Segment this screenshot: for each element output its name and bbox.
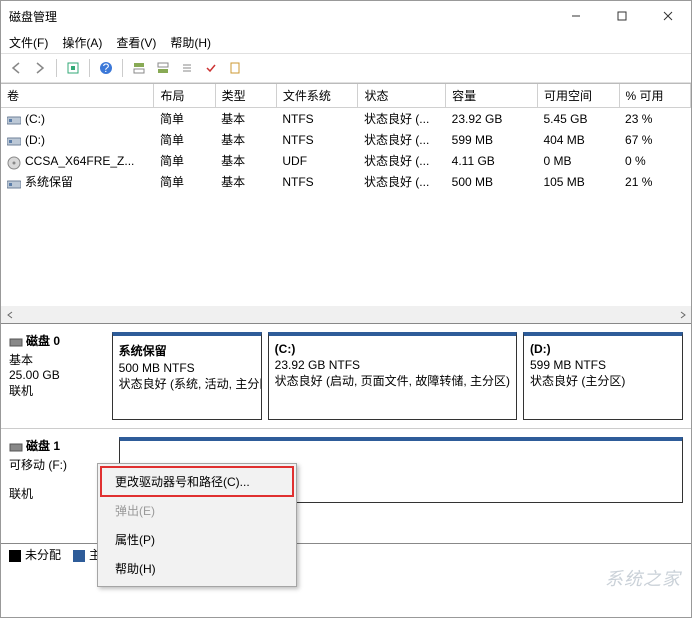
settings-button[interactable] (62, 57, 84, 79)
toolbar-separator (89, 59, 90, 77)
toolbar-separator (122, 59, 123, 77)
scroll-track[interactable] (18, 306, 674, 323)
maximize-button[interactable] (599, 1, 645, 31)
view-top-button[interactable] (128, 57, 150, 79)
properties-button[interactable] (224, 57, 246, 79)
partition[interactable]: 系统保留500 MB NTFS状态良好 (系统, 活动, 主分区) (112, 332, 262, 420)
horizontal-scrollbar[interactable] (1, 306, 691, 323)
disk-1-status: 联机 (9, 485, 109, 502)
menu-help[interactable]: 帮助(H) (170, 34, 211, 51)
table-row[interactable]: (D:)简单基本NTFS状态良好 (...599 MB404 MB67 % (1, 129, 691, 150)
scroll-left-button[interactable] (1, 306, 18, 323)
view-bottom-button[interactable] (152, 57, 174, 79)
ctx-change-drive-letter[interactable]: 更改驱动器号和路径(C)... (101, 467, 293, 496)
swatch-unallocated (9, 550, 21, 562)
volume-list: 卷 布局 类型 文件系统 状态 容量 可用空间 % 可用 (C:)简单基本NTF… (1, 83, 691, 323)
disk-0-status: 联机 (9, 382, 106, 399)
window-title: 磁盘管理 (9, 8, 553, 25)
list-view-button[interactable] (176, 57, 198, 79)
close-button[interactable] (645, 1, 691, 31)
col-pct[interactable]: % 可用 (619, 84, 690, 108)
disk-0-info[interactable]: 磁盘 0 基本 25.00 GB 联机 (9, 332, 112, 420)
col-layout[interactable]: 布局 (154, 84, 215, 108)
partition[interactable]: (C:)23.92 GB NTFS状态良好 (启动, 页面文件, 故障转储, 主… (268, 332, 517, 420)
disk-1-movable: 可移动 (F:) (9, 456, 109, 473)
col-free[interactable]: 可用空间 (537, 84, 619, 108)
menu-view[interactable]: 查看(V) (116, 34, 156, 51)
legend-unallocated: 未分配 (9, 546, 61, 563)
disk-icon (9, 440, 23, 454)
volume-icon (7, 178, 21, 188)
column-headers: 卷 布局 类型 文件系统 状态 容量 可用空间 % 可用 (1, 84, 691, 108)
check-button[interactable] (200, 57, 222, 79)
toolbar-separator (56, 59, 57, 77)
table-row[interactable]: CCSA_X64FRE_Z...简单基本UDF状态良好 (...4.11 GB0… (1, 150, 691, 171)
svg-text:?: ? (103, 61, 110, 75)
disk-0-name: 磁盘 0 (26, 334, 60, 348)
volume-icon (7, 156, 21, 166)
disk-0-type: 基本 (9, 351, 106, 368)
disk-1-name: 磁盘 1 (26, 439, 60, 453)
forward-button[interactable] (29, 57, 51, 79)
col-status[interactable]: 状态 (358, 84, 446, 108)
ctx-eject: 弹出(E) (101, 496, 293, 525)
context-menu: 更改驱动器号和路径(C)... 弹出(E) 属性(P) 帮助(H) (97, 463, 297, 587)
col-capacity[interactable]: 容量 (446, 84, 538, 108)
toolbar: ? (1, 53, 691, 83)
swatch-primary (73, 550, 85, 562)
minimize-button[interactable] (553, 1, 599, 31)
scroll-right-button[interactable] (674, 306, 691, 323)
watermark: 系统之家 (605, 565, 681, 591)
table-row[interactable]: 系统保留简单基本NTFS状态良好 (...500 MB105 MB21 % (1, 171, 691, 192)
disk-icon (9, 335, 23, 349)
ctx-help[interactable]: 帮助(H) (101, 554, 293, 583)
partition[interactable]: (D:)599 MB NTFS状态良好 (主分区) (523, 332, 683, 420)
back-button[interactable] (5, 57, 27, 79)
help-button[interactable]: ? (95, 57, 117, 79)
col-type[interactable]: 类型 (215, 84, 276, 108)
ctx-properties[interactable]: 属性(P) (101, 525, 293, 554)
volume-icon (7, 114, 21, 124)
volume-icon (7, 135, 21, 145)
title-bar: 磁盘管理 (1, 1, 691, 31)
col-volume[interactable]: 卷 (1, 84, 154, 108)
menu-action[interactable]: 操作(A) (62, 34, 102, 51)
col-fs[interactable]: 文件系统 (276, 84, 358, 108)
menu-bar: 文件(F) 操作(A) 查看(V) 帮助(H) (1, 31, 691, 53)
disk-0-row: 磁盘 0 基本 25.00 GB 联机 系统保留500 MB NTFS状态良好 … (1, 324, 691, 428)
menu-file[interactable]: 文件(F) (9, 34, 48, 51)
disk-0-size: 25.00 GB (9, 368, 106, 382)
table-row[interactable]: (C:)简单基本NTFS状态良好 (...23.92 GB5.45 GB23 % (1, 108, 691, 130)
